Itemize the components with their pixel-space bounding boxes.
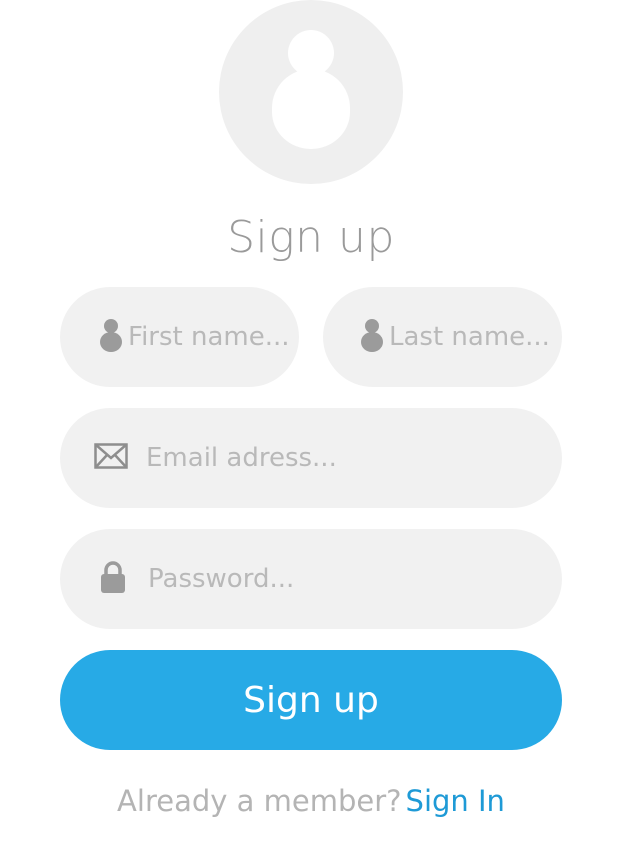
password-input[interactable] bbox=[148, 549, 562, 609]
user-icon bbox=[100, 318, 122, 356]
page-title: Sign up bbox=[227, 212, 395, 263]
email-field[interactable] bbox=[60, 408, 562, 508]
already-member-text: Already a member? bbox=[117, 784, 402, 818]
last-name-field[interactable] bbox=[323, 287, 562, 387]
password-field[interactable] bbox=[60, 529, 562, 629]
user-icon bbox=[361, 318, 383, 356]
last-name-input[interactable] bbox=[389, 307, 562, 367]
sign-in-link[interactable]: Sign In bbox=[406, 784, 505, 818]
avatar bbox=[219, 0, 403, 184]
lock-icon bbox=[100, 560, 126, 598]
sign-up-button[interactable]: Sign up bbox=[60, 650, 562, 750]
avatar-silhouette-icon bbox=[272, 30, 350, 149]
first-name-field[interactable] bbox=[60, 287, 299, 387]
signin-prompt: Already a member? Sign In bbox=[0, 784, 622, 818]
email-input[interactable] bbox=[146, 428, 562, 488]
envelope-icon bbox=[94, 443, 128, 473]
first-name-input[interactable] bbox=[128, 307, 299, 367]
